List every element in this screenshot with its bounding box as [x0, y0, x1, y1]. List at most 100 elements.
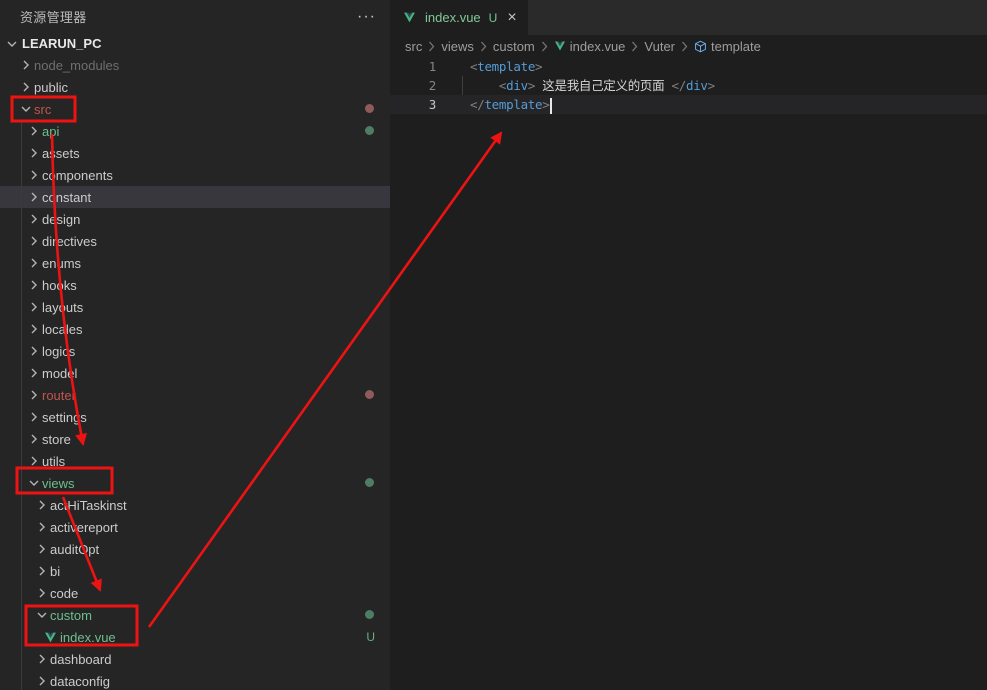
tree-item-src[interactable]: src	[0, 98, 390, 120]
chevron-down-icon	[18, 104, 34, 114]
breadcrumb-item-custom[interactable]: custom	[493, 39, 535, 54]
chevron-down-icon	[26, 478, 42, 488]
tree-item-label: store	[42, 432, 71, 447]
git-untracked-dot	[365, 478, 374, 487]
breadcrumb-label: template	[711, 39, 761, 54]
breadcrumb-item-views[interactable]: views	[441, 39, 474, 54]
tree-item-design[interactable]: design	[0, 208, 390, 230]
tree-item-constant[interactable]: constant	[0, 186, 390, 208]
git-untracked-dot	[365, 126, 374, 135]
tree-item-index.vue[interactable]: index.vueU	[0, 626, 390, 648]
breadcrumb-item-template[interactable]: template	[694, 39, 761, 54]
tree-item-auditOpt[interactable]: auditOpt	[0, 538, 390, 560]
tree-item-logics[interactable]: logics	[0, 340, 390, 362]
vue-file-icon	[42, 631, 58, 644]
chevron-right-icon	[26, 456, 42, 466]
vscode-window: 资源管理器 ··· LEARUN_PC node_modulespublicsr…	[0, 0, 987, 690]
tree-item-label: enums	[42, 256, 81, 271]
tree-item-label: node_modules	[34, 58, 119, 73]
tree-item-label: hooks	[42, 278, 77, 293]
tree-item-views[interactable]: views	[0, 472, 390, 494]
tab-index-vue[interactable]: index.vue U ×	[390, 0, 528, 35]
tree-item-bi[interactable]: bi	[0, 560, 390, 582]
explorer-header: 资源管理器 ···	[0, 0, 390, 33]
code-token: >	[528, 78, 535, 93]
tree-item-store[interactable]: store	[0, 428, 390, 450]
tab-bar: index.vue U ×	[390, 0, 987, 35]
chevron-right-icon	[18, 82, 34, 92]
chevron-right-icon	[34, 544, 50, 554]
tree-item-settings[interactable]: settings	[0, 406, 390, 428]
tree-item-label: actHiTaskinst	[50, 498, 127, 513]
code-token: template	[484, 97, 542, 112]
chevron-down-icon	[34, 610, 50, 620]
tree-item-activereport[interactable]: activereport	[0, 516, 390, 538]
breadcrumb-label: views	[441, 39, 474, 54]
tree-item-components[interactable]: components	[0, 164, 390, 186]
tree-item-model[interactable]: model	[0, 362, 390, 384]
breadcrumb-label: custom	[493, 39, 535, 54]
tree-item-utils[interactable]: utils	[0, 450, 390, 472]
chevron-right-icon	[34, 654, 50, 664]
tree-item-label: bi	[50, 564, 60, 579]
git-modified-dot	[365, 104, 374, 113]
project-section-header[interactable]: LEARUN_PC	[0, 33, 390, 54]
git-untracked-dot	[365, 610, 374, 619]
git-modified-dot	[365, 390, 374, 399]
more-actions-icon[interactable]: ···	[357, 12, 376, 22]
tree-item-label: directives	[42, 234, 97, 249]
tree-item-code[interactable]: code	[0, 582, 390, 604]
code-token: div	[686, 78, 708, 93]
tree-item-enums[interactable]: enums	[0, 252, 390, 274]
tree-item-layouts[interactable]: layouts	[0, 296, 390, 318]
tree-item-label: auditOpt	[50, 542, 99, 557]
explorer-sidebar: 资源管理器 ··· LEARUN_PC node_modulespublicsr…	[0, 0, 390, 690]
line-number: 2	[390, 76, 436, 95]
git-untracked-badge: U	[489, 11, 498, 25]
tree-item-label: locales	[42, 322, 82, 337]
tree-item-dashboard[interactable]: dashboard	[0, 648, 390, 670]
code-token: >	[535, 59, 542, 74]
tree-item-label: components	[42, 168, 113, 183]
breadcrumb-label: Vuter	[644, 39, 675, 54]
symbol-template-icon	[694, 40, 707, 53]
tree-item-label: dataconfig	[50, 674, 110, 689]
vue-icon	[401, 11, 417, 24]
breadcrumb-separator-icon	[630, 41, 639, 52]
chevron-right-icon	[34, 676, 50, 686]
chevron-right-icon	[26, 214, 42, 224]
tree-item-router[interactable]: router	[0, 384, 390, 406]
tree-item-hooks[interactable]: hooks	[0, 274, 390, 296]
tree-item-locales[interactable]: locales	[0, 318, 390, 340]
breadcrumb-separator-icon	[680, 41, 689, 52]
chevron-right-icon	[18, 60, 34, 70]
tree-item-label: custom	[50, 608, 92, 623]
breadcrumb-item-index.vue[interactable]: index.vue	[554, 39, 626, 54]
tree-item-directives[interactable]: directives	[0, 230, 390, 252]
chevron-right-icon	[26, 280, 42, 290]
tree-item-public[interactable]: public	[0, 76, 390, 98]
chevron-right-icon	[26, 236, 42, 246]
tree-item-actHiTaskinst[interactable]: actHiTaskinst	[0, 494, 390, 516]
chevron-right-icon	[26, 324, 42, 334]
tree-item-label: logics	[42, 344, 75, 359]
code-token: div	[506, 78, 528, 93]
tree-item-dataconfig[interactable]: dataconfig	[0, 670, 390, 690]
tree-item-custom[interactable]: custom	[0, 604, 390, 626]
tree-item-assets[interactable]: assets	[0, 142, 390, 164]
tree-item-label: views	[42, 476, 75, 491]
tree-item-node_modules[interactable]: node_modules	[0, 54, 390, 76]
vue-icon	[554, 40, 566, 52]
breadcrumb-item-src[interactable]: src	[405, 39, 422, 54]
tree-item-label: layouts	[42, 300, 83, 315]
code-editor[interactable]: 1<template>2 <div> 这是我自己定义的页面 </div>3</t…	[390, 57, 987, 114]
tree-item-api[interactable]: api	[0, 120, 390, 142]
tree-item-label: settings	[42, 410, 87, 425]
file-tree: node_modulespublicsrcapiassets components…	[0, 54, 390, 690]
tree-item-label: code	[50, 586, 78, 601]
code-token: </	[672, 78, 686, 93]
chevron-right-icon	[34, 500, 50, 510]
breadcrumb-item-Vuter[interactable]: Vuter	[644, 39, 675, 54]
chevron-right-icon	[26, 126, 42, 136]
close-icon[interactable]: ×	[507, 12, 516, 24]
